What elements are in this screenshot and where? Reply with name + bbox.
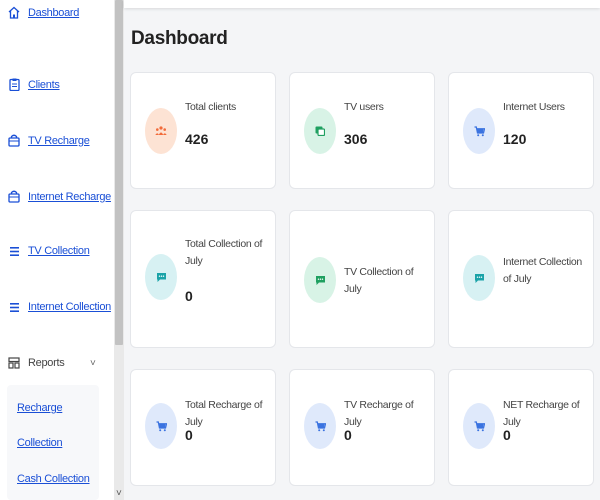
stat-label: Total Recharge of July bbox=[185, 399, 263, 428]
report-icon bbox=[0, 357, 28, 369]
stat-label: Total Collection of July bbox=[185, 238, 263, 267]
home-icon bbox=[0, 6, 28, 19]
stat-value: 306 bbox=[344, 131, 368, 147]
page-title: Dashboard bbox=[131, 28, 228, 49]
chat-icon bbox=[463, 255, 495, 301]
stat-card-tv-users: TV users 306 bbox=[289, 72, 435, 189]
stat-value: 0 bbox=[503, 427, 511, 443]
stat-card-total-clients: Total clients 426 bbox=[130, 72, 276, 189]
stat-card-total-recharge: Total Recharge of July 0 bbox=[130, 369, 276, 486]
sidebar-item-tv-collection[interactable]: TV Collection bbox=[0, 245, 114, 257]
stat-card-total-collection: Total Collection of July 0 bbox=[130, 210, 276, 348]
users-icon bbox=[145, 108, 177, 154]
list-icon bbox=[0, 246, 28, 257]
stat-label: NET Recharge of July bbox=[503, 399, 580, 428]
stat-card-internet-collection: Internet Collection of July bbox=[448, 210, 594, 348]
stat-label: Total clients bbox=[185, 101, 236, 113]
stat-card-tv-recharge: TV Recharge of July 0 bbox=[289, 369, 435, 486]
stat-card-net-recharge: NET Recharge of July 0 bbox=[448, 369, 594, 486]
main-content: Dashboard Total clients 426 TV users 306… bbox=[124, 0, 600, 500]
stat-card-internet-users: Internet Users 120 bbox=[448, 72, 594, 189]
sidebar-item-dashboard[interactable]: Dashboard bbox=[0, 6, 114, 19]
sidebar-item-label: Clients bbox=[28, 78, 60, 91]
cart-icon bbox=[304, 403, 336, 449]
sidebar-item-reports[interactable]: Reports ˅ bbox=[0, 357, 114, 369]
stat-label: Internet Collection of July bbox=[503, 256, 582, 285]
top-bar bbox=[124, 0, 600, 8]
sidebar-item-label: TV Collection bbox=[28, 245, 90, 257]
tv-icon bbox=[304, 108, 336, 154]
stat-label: TV users bbox=[344, 101, 384, 113]
stat-label: TV Collection of July bbox=[344, 266, 414, 295]
stat-value: 426 bbox=[185, 131, 209, 147]
sidebar-scrollbar[interactable] bbox=[114, 0, 124, 500]
chat-icon bbox=[304, 257, 336, 303]
submenu-item-collection[interactable]: Collection bbox=[17, 437, 63, 449]
sidebar-item-label: Reports bbox=[28, 357, 65, 369]
stat-card-tv-collection: TV Collection of July bbox=[289, 210, 435, 348]
chevron-down-icon: ˅ bbox=[116, 488, 122, 499]
cart-icon bbox=[463, 108, 495, 154]
chat-icon bbox=[145, 254, 177, 300]
list-icon bbox=[0, 302, 28, 313]
scrollbar-thumb[interactable] bbox=[115, 0, 123, 345]
sidebar-item-label: TV Recharge bbox=[28, 134, 90, 147]
clipboard-icon bbox=[0, 78, 28, 91]
submenu-item-recharge[interactable]: Recharge bbox=[17, 402, 63, 414]
submenu-item-cash-collection[interactable]: Cash Collection bbox=[17, 473, 90, 485]
sidebar-item-internet-collection[interactable]: Internet Collection bbox=[0, 301, 114, 313]
bag-icon bbox=[0, 190, 28, 203]
chevron-down-icon: ˅ bbox=[90, 357, 96, 369]
cart-icon bbox=[145, 403, 177, 449]
sidebar-item-clients[interactable]: Clients bbox=[0, 78, 114, 91]
bag-icon bbox=[0, 134, 28, 147]
stat-value: 0 bbox=[344, 427, 352, 443]
sidebar-item-label: Internet Recharge bbox=[28, 190, 111, 203]
cart-icon bbox=[463, 403, 495, 449]
stat-value: 120 bbox=[503, 131, 527, 147]
stat-label: Internet Users bbox=[503, 101, 565, 113]
reports-submenu: Recharge Collection Cash Collection bbox=[7, 385, 99, 500]
sidebar-item-tv-recharge[interactable]: TV Recharge bbox=[0, 134, 114, 147]
stat-label: TV Recharge of July bbox=[344, 399, 414, 428]
sidebar-item-label: Dashboard bbox=[28, 6, 80, 19]
sidebar-item-internet-recharge[interactable]: Internet Recharge bbox=[0, 190, 114, 203]
stat-value: 0 bbox=[185, 288, 193, 304]
sidebar: Dashboard Clients TV Recharge Internet R… bbox=[0, 0, 114, 500]
sidebar-item-label: Internet Collection bbox=[28, 301, 111, 313]
stat-value: 0 bbox=[185, 427, 193, 443]
